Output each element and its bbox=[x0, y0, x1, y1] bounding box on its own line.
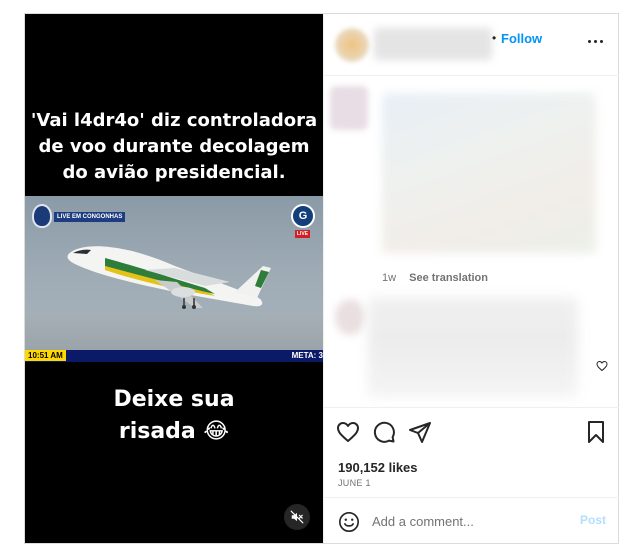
comment-input[interactable] bbox=[372, 510, 572, 532]
post-modal: 'Vai l4dr4o' diz controladora de voo dur… bbox=[24, 13, 619, 544]
follow-button[interactable]: Follow bbox=[501, 31, 542, 46]
presidential-airplane-icon bbox=[67, 246, 271, 309]
paper-plane-icon[interactable] bbox=[408, 420, 432, 444]
speaker-muted-icon bbox=[290, 510, 304, 524]
comment-bubble-icon[interactable] bbox=[372, 420, 396, 444]
mute-toggle-button[interactable] bbox=[284, 504, 310, 530]
comments-section[interactable]: 1w See translation bbox=[324, 77, 619, 407]
post-caption-text bbox=[382, 93, 596, 253]
comment-like-heart-icon[interactable] bbox=[596, 360, 608, 372]
ticker-meta: META: 3 bbox=[291, 351, 323, 360]
headline-line: do avião presidencial. bbox=[62, 162, 286, 183]
comment-text bbox=[368, 297, 578, 397]
post-media[interactable]: 'Vai l4dr4o' diz controladora de voo dur… bbox=[25, 14, 323, 543]
caption-line: risada 😂 bbox=[118, 419, 230, 444]
caption-meta: 1w See translation bbox=[382, 272, 488, 284]
video-caption: Deixe sua risada 😂 bbox=[25, 384, 323, 448]
live-location-chip: LIVE EM CONGONHAS bbox=[54, 212, 126, 222]
post-date: JUNE 1 bbox=[338, 478, 371, 488]
more-horizontal-icon bbox=[587, 39, 591, 43]
heart-icon[interactable] bbox=[336, 420, 360, 444]
post-sidebar: • Follow 1w See translation 190,152 like… bbox=[323, 14, 619, 543]
bookmark-icon[interactable] bbox=[584, 420, 608, 444]
more-options-button[interactable] bbox=[584, 34, 606, 48]
author-avatar[interactable] bbox=[335, 28, 369, 62]
smiley-icon[interactable] bbox=[338, 511, 360, 533]
post-comment-button[interactable]: Post bbox=[580, 513, 606, 527]
caption-author-avatar[interactable] bbox=[330, 86, 368, 130]
likes-count[interactable]: 190,152 likes bbox=[338, 460, 418, 475]
broadcaster-logo-icon: G bbox=[291, 204, 315, 228]
post-actions: 190,152 likes JUNE 1 bbox=[324, 407, 619, 497]
see-translation-link[interactable]: See translation bbox=[409, 272, 488, 284]
ticker-time: 10:51 AM bbox=[25, 350, 66, 361]
news-ticker bbox=[25, 350, 323, 362]
post-header: • Follow bbox=[324, 14, 619, 76]
caption-line: Deixe sua bbox=[113, 387, 235, 412]
headline-line: de voo durante decolagem bbox=[38, 136, 310, 157]
more-dot bbox=[599, 39, 603, 43]
comment-avatar[interactable] bbox=[335, 299, 365, 335]
video-headline: 'Vai l4dr4o' diz controladora de voo dur… bbox=[25, 108, 323, 186]
author-username[interactable] bbox=[374, 28, 492, 60]
comment-bar: Post bbox=[324, 497, 619, 543]
live-badge: LIVE bbox=[294, 230, 310, 238]
broadcast-frame: LIVE EM CONGONHAS G LIVE 10:51 AM META: … bbox=[25, 196, 323, 362]
header-separator: • bbox=[492, 31, 497, 45]
runway-ground bbox=[25, 312, 323, 350]
more-dot bbox=[593, 39, 597, 43]
headline-line: 'Vai l4dr4o' diz controladora bbox=[30, 110, 318, 131]
channel-crest-icon bbox=[32, 204, 52, 228]
caption-age: 1w bbox=[382, 272, 397, 284]
